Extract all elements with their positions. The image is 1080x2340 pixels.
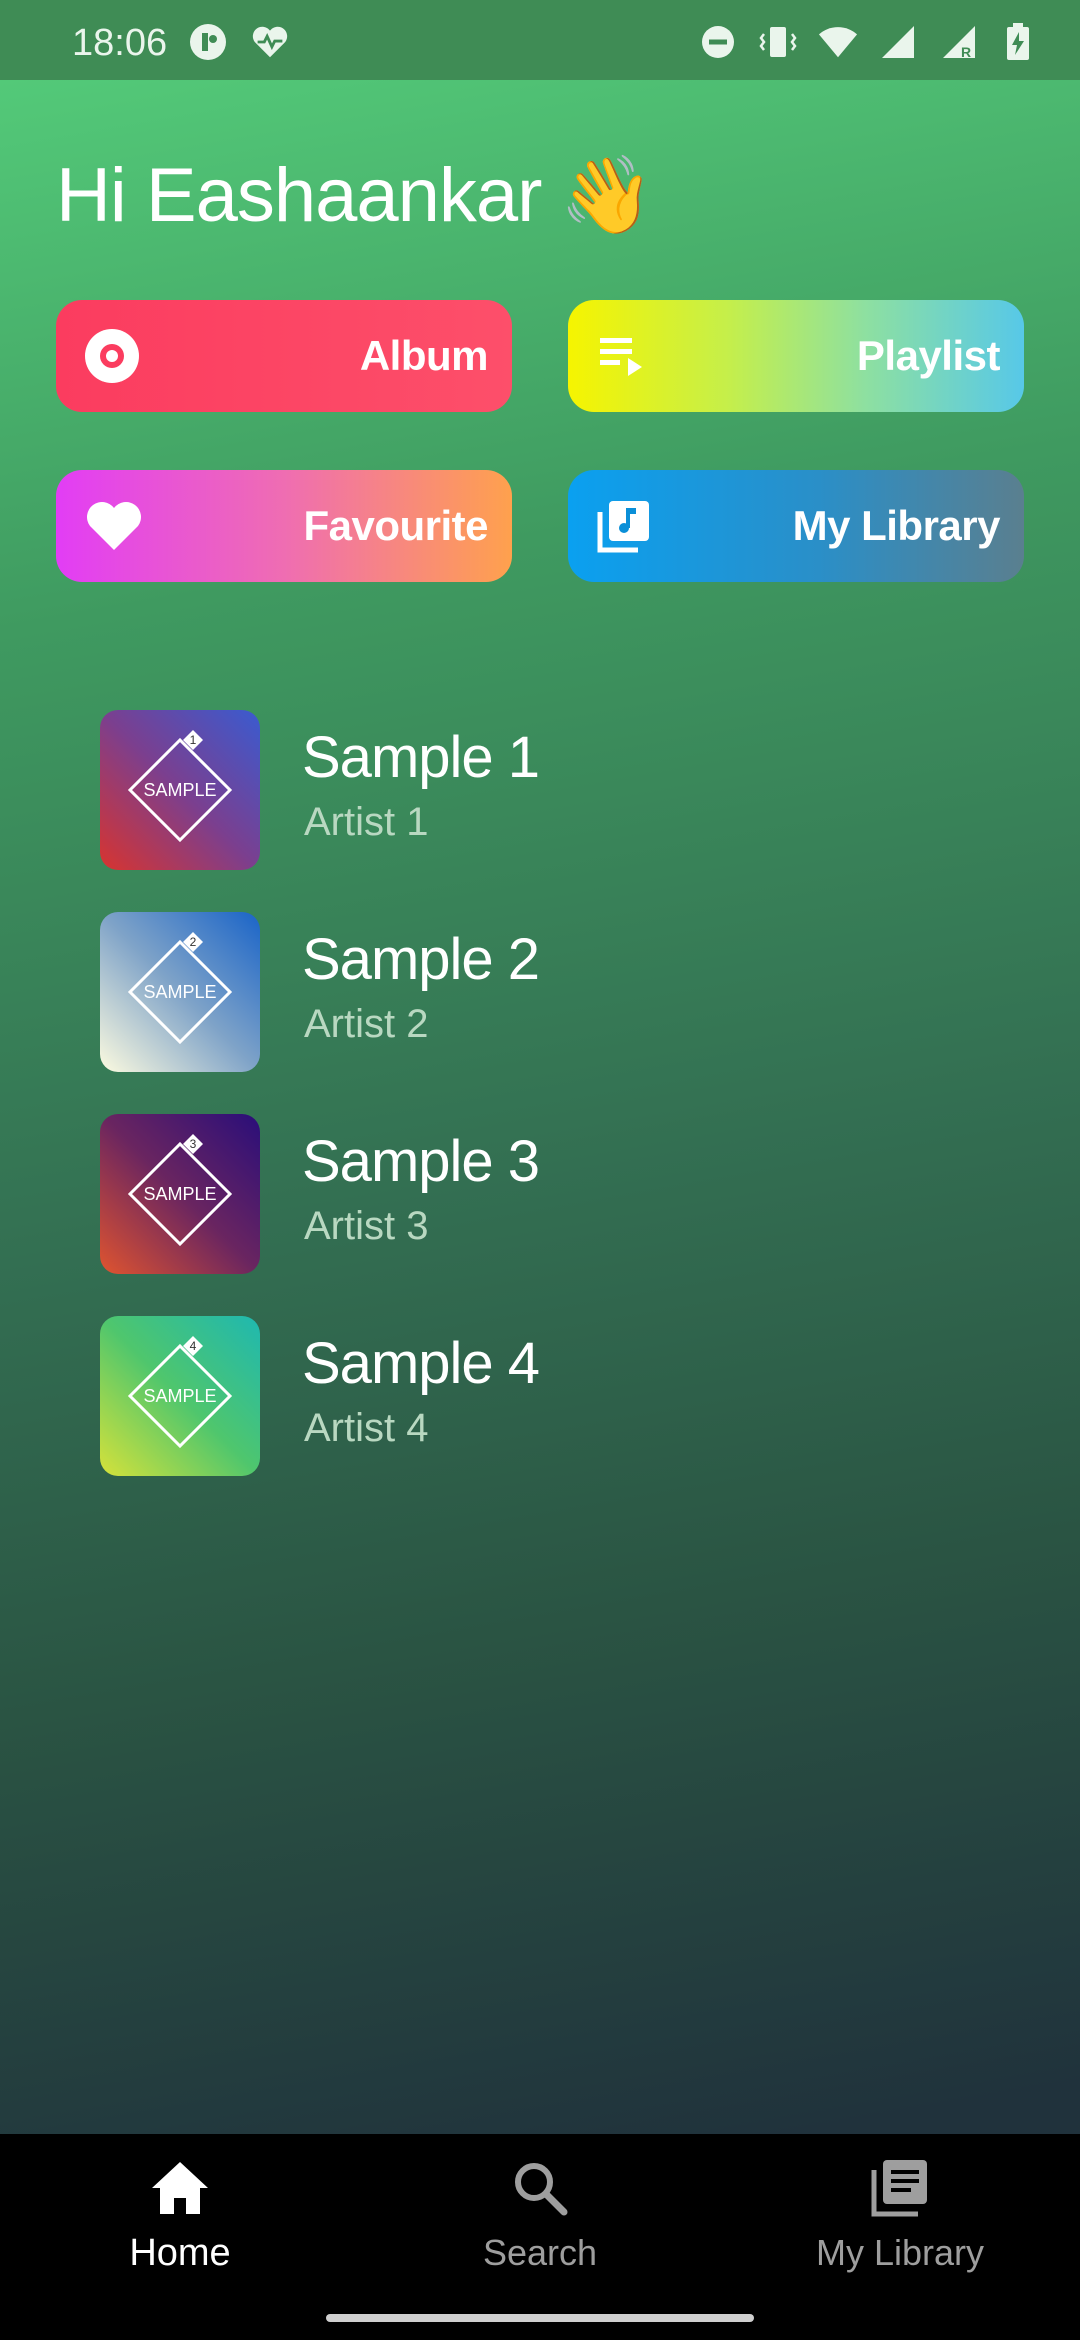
playlist-play-icon [596, 328, 652, 384]
track-item[interactable]: 4 SAMPLE Sample 4 Artist 4 [100, 1316, 1000, 1476]
track-item[interactable]: 2 SAMPLE Sample 2 Artist 2 [100, 912, 1000, 1072]
nav-my-library[interactable]: My Library [770, 2156, 1030, 2274]
status-bar: 18:06 R [0, 0, 1080, 80]
album-cover: 4 SAMPLE [100, 1316, 260, 1476]
cover-text: SAMPLE [143, 780, 216, 800]
heart-icon [84, 498, 141, 554]
track-artist: Artist 2 [304, 1002, 429, 1046]
track-title: Sample 4 [302, 1331, 540, 1396]
playlist-tile[interactable]: Playlist [568, 300, 1024, 412]
do-not-disturb-icon [698, 22, 738, 62]
home-indicator[interactable] [326, 2314, 754, 2322]
track-title: Sample 3 [302, 1129, 540, 1194]
cover-number: 1 [190, 733, 197, 747]
track-item[interactable]: 3 SAMPLE Sample 3 Artist 3 [100, 1114, 1000, 1274]
status-time: 18:06 [72, 22, 168, 64]
wifi-icon [818, 22, 858, 62]
cover-text: SAMPLE [143, 1386, 216, 1406]
cover-text: SAMPLE [143, 1184, 216, 1204]
signal-roaming-icon: R [938, 22, 978, 62]
track-item[interactable]: 1 SAMPLE Sample 1 Artist 1 [100, 710, 1000, 870]
nav-search-label: Search [482, 2232, 598, 2273]
svg-text:R: R [961, 44, 971, 60]
disc-icon [84, 328, 140, 384]
cover-number: 3 [190, 1137, 197, 1151]
nav-home-label: Home [129, 2232, 231, 2274]
my-library-tile[interactable]: My Library [568, 470, 1024, 582]
album-cover: 2 SAMPLE [100, 912, 260, 1072]
heart-pulse-icon [250, 22, 290, 62]
signal-icon [878, 22, 918, 62]
album-cover: 1 SAMPLE [100, 710, 260, 870]
nav-search[interactable]: Search [410, 2156, 670, 2274]
app-notification-icon [188, 22, 228, 62]
library-music-icon [596, 498, 652, 554]
playlist-tile-label: Playlist [856, 332, 1001, 379]
favourite-tile[interactable]: Favourite [56, 470, 512, 582]
track-artist: Artist 1 [304, 800, 429, 844]
greeting-text: Hi Eashaankar [56, 153, 542, 238]
track-title: Sample 2 [302, 927, 540, 992]
battery-charging-icon [998, 22, 1038, 62]
album-cover: 3 SAMPLE [100, 1114, 260, 1274]
vibrate-icon [758, 22, 798, 62]
cover-number: 2 [190, 935, 197, 949]
search-icon [515, 2163, 568, 2216]
greeting-heading: Hi Eashaankar 👋 [56, 150, 655, 240]
cover-number: 4 [190, 1339, 197, 1353]
track-artist: Artist 3 [304, 1204, 429, 1248]
home-icon [152, 2162, 208, 2214]
waving-hand-emoji: 👋 [559, 153, 655, 238]
bottom-navigation: Home Search My Library [0, 2134, 1080, 2340]
my-library-tile-label: My Library [792, 502, 1001, 549]
album-tile-label: Album [359, 332, 489, 379]
track-title: Sample 1 [302, 725, 540, 790]
library-books-icon [871, 2160, 927, 2217]
album-tile[interactable]: Album [56, 300, 512, 412]
track-artist: Artist 4 [304, 1406, 429, 1450]
nav-my-library-label: My Library [815, 2232, 985, 2273]
nav-home[interactable]: Home [50, 2156, 310, 2275]
favourite-tile-label: Favourite [303, 502, 488, 549]
cover-text: SAMPLE [143, 982, 216, 1002]
